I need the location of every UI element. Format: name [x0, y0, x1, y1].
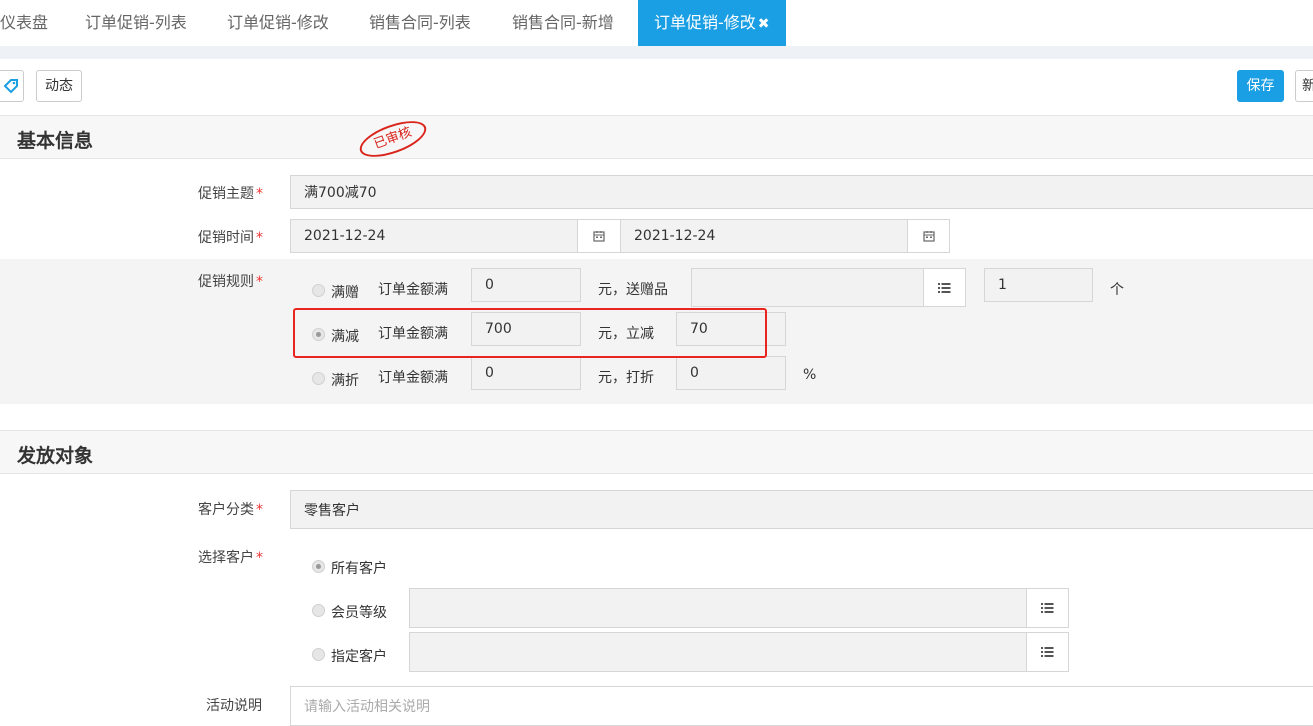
- description-placeholder: 请输入活动相关说明: [304, 699, 430, 715]
- list-icon: [1041, 603, 1054, 613]
- subject-label: 促销主题 *: [198, 183, 263, 203]
- required-mark: *: [256, 186, 263, 202]
- tab-bar: 仪表盘 订单促销-列表 订单促销-修改 销售合同-列表 销售合同-新增 订单促销…: [0, 0, 1313, 46]
- section-basic-info: 基本信息: [0, 115, 1313, 159]
- tag-icon: [3, 79, 18, 94]
- rule-rebate-amount-input[interactable]: 0: [471, 356, 581, 390]
- start-date-input[interactable]: 2021-12-24: [290, 219, 578, 253]
- highlight-box: [293, 308, 767, 358]
- rules-label: 促销规则 *: [198, 271, 263, 291]
- select-customer-label: 选择客户 *: [198, 547, 263, 567]
- rule-rebate-value-input[interactable]: 0: [676, 356, 786, 390]
- all-customers-radio[interactable]: [312, 560, 325, 573]
- list-icon: [938, 282, 951, 293]
- member-level-input[interactable]: [409, 588, 1027, 628]
- list-icon: [1041, 647, 1054, 657]
- specific-customer-select-button[interactable]: [1026, 632, 1069, 672]
- tab-dashboard[interactable]: 仪表盘: [0, 0, 48, 46]
- save-button[interactable]: 保存: [1237, 70, 1284, 102]
- tab-bar-divider: [0, 46, 1313, 59]
- member-level-radio[interactable]: [312, 604, 325, 617]
- required-mark: *: [256, 502, 263, 518]
- rule-rebate-unit: %: [803, 367, 817, 383]
- rule-gift-unit: 个: [1110, 282, 1124, 298]
- subject-label-text: 促销主题: [198, 186, 254, 202]
- rule-rebate-radio[interactable]: [312, 372, 325, 385]
- calendar-icon: [922, 231, 935, 242]
- start-date-picker[interactable]: [577, 219, 621, 253]
- tab-order-promo-edit[interactable]: 订单促销-修改: [227, 0, 329, 46]
- rule-gift-qty-input[interactable]: 1: [984, 268, 1093, 302]
- required-mark: *: [256, 230, 263, 246]
- rule-gift-product-input[interactable]: [691, 268, 924, 307]
- section-title: 基本信息: [17, 130, 94, 152]
- end-date-input[interactable]: 2021-12-24: [620, 219, 908, 253]
- close-icon[interactable]: ✖: [758, 16, 770, 32]
- tab-sales-contract-list[interactable]: 销售合同-列表: [369, 0, 471, 46]
- rule-rebate-prefix: 订单金额满: [378, 370, 448, 386]
- required-mark: *: [256, 550, 263, 566]
- section-title: 发放对象: [17, 445, 94, 467]
- tab-sales-contract-new[interactable]: 销售合同-新增: [512, 0, 614, 46]
- rule-gift-radio[interactable]: [312, 284, 325, 297]
- all-customers-label: 所有客户: [331, 561, 387, 577]
- rule-gift-amount-input[interactable]: 0: [471, 268, 581, 302]
- category-label-text: 客户分类: [198, 502, 254, 518]
- specific-customer-label: 指定客户: [331, 649, 387, 665]
- description-textarea[interactable]: 请输入活动相关说明: [290, 686, 1313, 726]
- dynamic-button[interactable]: 动态: [36, 70, 82, 102]
- end-date-picker[interactable]: [907, 219, 950, 253]
- rule-rebate-mid: 元，打折: [598, 370, 654, 386]
- calendar-icon: [593, 231, 605, 242]
- gift-select-button[interactable]: [923, 268, 966, 307]
- rule-gift-label: 满赠: [331, 285, 359, 301]
- rule-rebate-label: 满折: [331, 373, 359, 389]
- select-customer-label-text: 选择客户: [198, 550, 254, 566]
- specific-customer-input[interactable]: [409, 632, 1027, 672]
- required-mark: *: [256, 274, 263, 290]
- tab-order-promo-edit-active[interactable]: 订单促销-修改 ✖: [638, 0, 786, 46]
- rule-gift-mid: 元，送赠品: [598, 282, 668, 298]
- customer-category-select[interactable]: 零售客户: [290, 490, 1313, 529]
- section-target: 发放对象: [0, 430, 1313, 474]
- new-button[interactable]: 新: [1295, 70, 1313, 102]
- category-label: 客户分类 *: [198, 499, 263, 519]
- rule-gift-prefix: 订单金额满: [378, 282, 448, 298]
- subject-input[interactable]: 满700减70: [290, 175, 1313, 209]
- tab-order-promo-list[interactable]: 订单促销-列表: [85, 0, 187, 46]
- member-level-select-button[interactable]: [1026, 588, 1069, 628]
- description-label: 活动说明: [206, 698, 262, 714]
- time-label: 促销时间 *: [198, 227, 263, 247]
- specific-customer-radio[interactable]: [312, 648, 325, 661]
- time-label-text: 促销时间: [198, 230, 254, 246]
- member-level-label: 会员等级: [331, 605, 387, 621]
- tag-button[interactable]: [0, 70, 24, 102]
- rules-label-text: 促销规则: [198, 274, 254, 290]
- tab-label: 订单促销-修改: [654, 13, 756, 32]
